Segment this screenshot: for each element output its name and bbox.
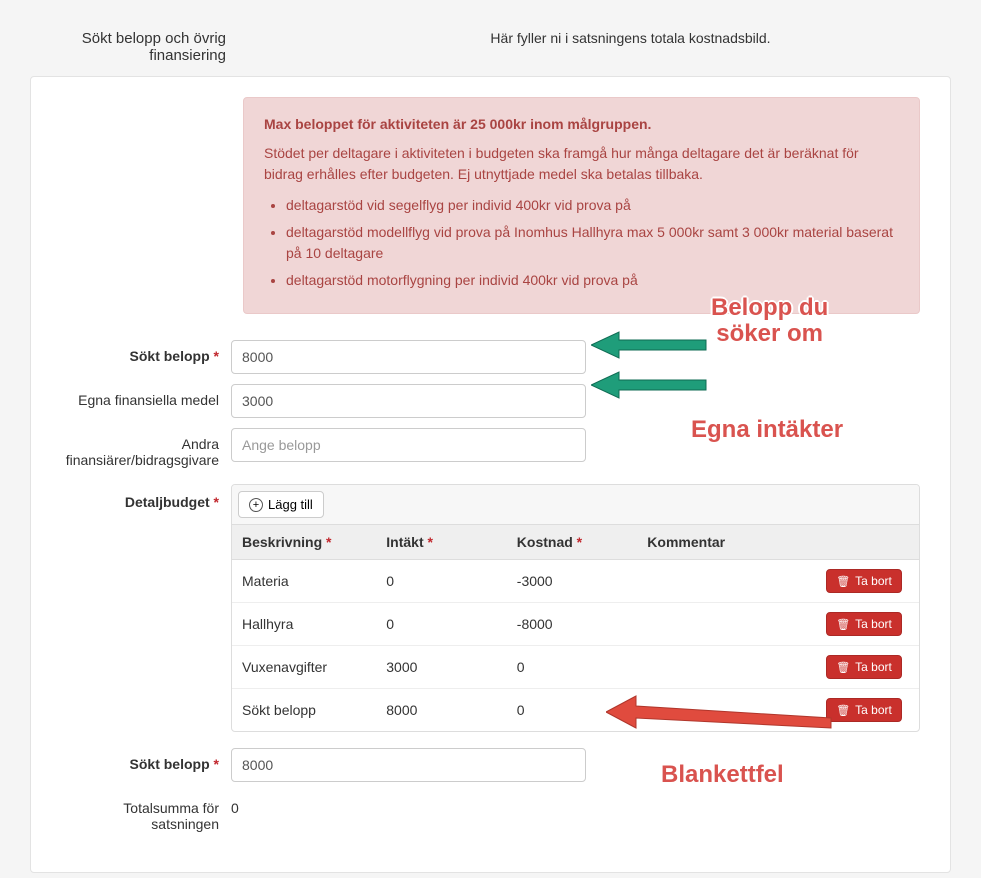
cell-beskrivning[interactable]: Materia xyxy=(232,560,376,603)
info-alert: Max beloppet för aktiviteten är 25 000kr… xyxy=(243,97,920,314)
cell-intakt[interactable]: 8000 xyxy=(376,689,507,732)
add-row-label: Lägg till xyxy=(268,497,313,512)
label-detaljbudget: Detaljbudget * xyxy=(51,484,231,510)
section-description: Här fyller ni i satsningens totala kostn… xyxy=(240,30,941,64)
cell-kostnad[interactable]: -3000 xyxy=(507,560,638,603)
alert-bullet-list: deltagarstöd vid segelflyg per individ 4… xyxy=(264,195,899,291)
alert-bullet: deltagarstöd motorflygning per individ 4… xyxy=(286,270,899,291)
delete-row-button[interactable]: 🗑 Ta bort xyxy=(826,698,902,722)
label-andra-finansiarer: Andra finansiärer/bidragsgivare xyxy=(51,428,231,468)
alert-body: Stödet per deltagare i aktiviteten i bud… xyxy=(264,143,899,185)
trash-icon: 🗑 xyxy=(836,661,850,674)
sokt-belopp-input[interactable] xyxy=(231,340,586,374)
sokt-belopp-2-input[interactable] xyxy=(231,748,586,782)
cell-kommentar[interactable] xyxy=(637,689,809,732)
form-panel: Max beloppet för aktiviteten är 25 000kr… xyxy=(30,76,951,873)
section-title: Sökt belopp och övrig finansiering xyxy=(40,30,240,64)
plus-icon: + xyxy=(249,498,263,512)
cell-kommentar[interactable] xyxy=(637,603,809,646)
totalsumma-value: 0 xyxy=(231,800,239,816)
alert-bullet: deltagarstöd modellflyg vid prova på Ino… xyxy=(286,222,899,264)
delete-row-button[interactable]: 🗑 Ta bort xyxy=(826,569,902,593)
trash-icon: 🗑 xyxy=(836,704,850,717)
label-sokt-belopp-2: Sökt belopp * xyxy=(51,748,231,772)
budget-table: + Lägg till Beskrivning * Intäkt * Kostn… xyxy=(231,484,920,732)
cell-kommentar[interactable] xyxy=(637,646,809,689)
cell-beskrivning[interactable]: Hallhyra xyxy=(232,603,376,646)
cell-kostnad[interactable]: -8000 xyxy=(507,603,638,646)
col-kommentar: Kommentar xyxy=(637,525,809,560)
alert-heading: Max beloppet för aktiviteten är 25 000kr… xyxy=(264,116,651,132)
alert-bullet: deltagarstöd vid segelflyg per individ 4… xyxy=(286,195,899,216)
table-row: Materia0-3000 🗑 Ta bort xyxy=(232,560,919,603)
col-intakt: Intäkt * xyxy=(376,525,507,560)
delete-row-button[interactable]: 🗑 Ta bort xyxy=(826,612,902,636)
cell-kostnad[interactable]: 0 xyxy=(507,689,638,732)
andra-finansiarer-input[interactable] xyxy=(231,428,586,462)
label-sokt-belopp: Sökt belopp * xyxy=(51,340,231,364)
col-beskrivning: Beskrivning * xyxy=(232,525,376,560)
delete-row-label: Ta bort xyxy=(855,660,892,674)
table-row: Vuxenavgifter30000 🗑 Ta bort xyxy=(232,646,919,689)
cell-kommentar[interactable] xyxy=(637,560,809,603)
delete-row-label: Ta bort xyxy=(855,574,892,588)
col-actions xyxy=(809,525,919,560)
label-totalsumma: Totalsumma för satsningen xyxy=(51,792,231,832)
delete-row-label: Ta bort xyxy=(855,617,892,631)
egna-medel-input[interactable] xyxy=(231,384,586,418)
delete-row-button[interactable]: 🗑 Ta bort xyxy=(826,655,902,679)
cell-beskrivning[interactable]: Sökt belopp xyxy=(232,689,376,732)
trash-icon: 🗑 xyxy=(836,575,850,588)
col-kostnad: Kostnad * xyxy=(507,525,638,560)
table-row: Hallhyra0-8000 🗑 Ta bort xyxy=(232,603,919,646)
cell-beskrivning[interactable]: Vuxenavgifter xyxy=(232,646,376,689)
trash-icon: 🗑 xyxy=(836,618,850,631)
cell-kostnad[interactable]: 0 xyxy=(507,646,638,689)
delete-row-label: Ta bort xyxy=(855,703,892,717)
add-row-button[interactable]: + Lägg till xyxy=(238,491,324,518)
table-row: Sökt belopp80000 🗑 Ta bort xyxy=(232,689,919,732)
cell-intakt[interactable]: 0 xyxy=(376,603,507,646)
label-egna-medel: Egna finansiella medel xyxy=(51,384,231,408)
cell-intakt[interactable]: 0 xyxy=(376,560,507,603)
cell-intakt[interactable]: 3000 xyxy=(376,646,507,689)
